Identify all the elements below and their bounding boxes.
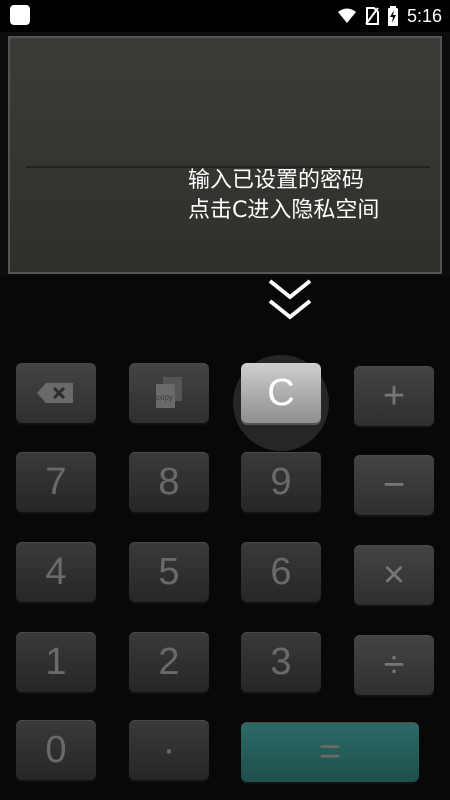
- calculator-display: [8, 36, 442, 274]
- backspace-icon: [37, 383, 73, 403]
- copy-label: copy: [156, 393, 173, 402]
- clock: 5:16: [406, 5, 442, 26]
- key-7[interactable]: 7: [16, 452, 96, 512]
- key-9[interactable]: 9: [241, 452, 321, 512]
- divide-button[interactable]: ÷: [354, 635, 434, 695]
- hint-line-2: 点击C进入隐私空间: [188, 198, 380, 223]
- copy-button[interactable]: copy: [129, 363, 209, 423]
- no-sim-icon: [365, 7, 379, 25]
- key-8[interactable]: 8: [129, 452, 209, 512]
- plus-button[interactable]: +: [354, 366, 434, 426]
- multiply-button[interactable]: ×: [354, 545, 434, 605]
- key-3[interactable]: 3: [241, 632, 321, 692]
- key-0[interactable]: 0: [16, 720, 96, 780]
- privacy-hint: 输入已设置的密码 点击C进入隐私空间: [188, 166, 379, 226]
- app-notification-icon: [10, 5, 30, 25]
- wifi-icon: [337, 8, 356, 23]
- key-5[interactable]: 5: [129, 542, 209, 602]
- equals-button[interactable]: =: [241, 722, 419, 782]
- status-bar: 5:16: [0, 0, 450, 32]
- key-6[interactable]: 6: [241, 542, 321, 602]
- key-2[interactable]: 2: [129, 632, 209, 692]
- clear-button[interactable]: C: [241, 363, 321, 423]
- decimal-point-button[interactable]: ·: [129, 720, 209, 780]
- status-icons: 5:16: [337, 4, 442, 28]
- key-1[interactable]: 1: [16, 632, 96, 692]
- key-4[interactable]: 4: [16, 542, 96, 602]
- backspace-button[interactable]: [16, 363, 96, 423]
- minus-button[interactable]: −: [354, 455, 434, 515]
- hint-line-1: 输入已设置的密码: [188, 168, 365, 193]
- double-chevron-down-icon: [268, 279, 312, 320]
- battery-charging-icon: [387, 6, 398, 26]
